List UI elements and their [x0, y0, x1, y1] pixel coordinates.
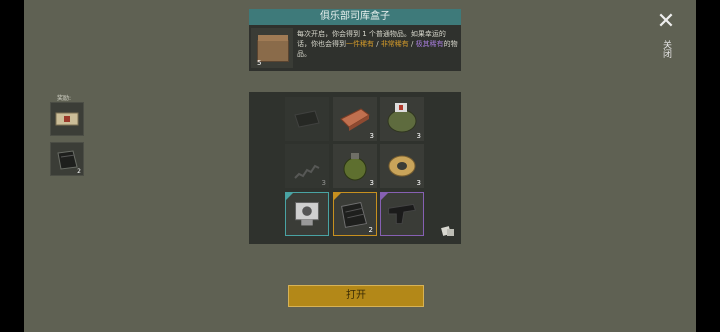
loot-slot[interactable]: [285, 97, 329, 141]
box-image: 5: [251, 28, 293, 68]
extreme-rare-label: 极其稀有: [415, 40, 444, 48]
box-quantity: 5: [257, 59, 262, 67]
reward-quantity: 2: [77, 168, 81, 175]
loot-slot[interactable]: 3: [333, 97, 377, 141]
loot-slot-extreme-rare[interactable]: [380, 192, 424, 236]
close-icon[interactable]: ✕: [656, 11, 676, 33]
rewards-label: 奖励:: [57, 95, 72, 102]
close-label[interactable]: 关闭: [659, 40, 671, 58]
rarity-corner: [381, 193, 388, 200]
slot-quantity: 2: [368, 226, 373, 234]
rare-label: 一件稀有: [346, 40, 374, 48]
right-letterbox: [696, 0, 720, 332]
rarity-corner: [286, 193, 293, 200]
slot-quantity: 3: [416, 132, 421, 140]
separator: /: [408, 40, 416, 48]
dice-icon[interactable]: [441, 224, 455, 238]
reward-slot[interactable]: [50, 102, 84, 136]
box-title: 俱乐部司库盒子: [249, 9, 461, 25]
box-info-panel: 俱乐部司库盒子 5 每次开启，你会得到 1 个普通物品。如果幸运的话，你也会得到…: [249, 9, 461, 71]
dark-plate-icon: [294, 110, 320, 128]
rarity-corner: [334, 193, 341, 200]
open-button[interactable]: 打开: [288, 285, 424, 307]
loot-grid: 3 3 3 3 3 2: [249, 92, 461, 244]
slot-quantity: 3: [321, 179, 326, 187]
box-info-body: 5 每次开启，你会得到 1 个普通物品。如果幸运的话，你也会得到一件稀有 / 非…: [249, 25, 461, 71]
bandage-icon: [55, 112, 79, 126]
separator: /: [374, 40, 381, 48]
loot-slot-very-rare[interactable]: 2: [333, 192, 377, 236]
slot-quantity: 3: [369, 179, 374, 187]
loot-slot-rare[interactable]: [285, 192, 329, 236]
left-letterbox: [0, 0, 24, 332]
slot-quantity: 3: [416, 179, 421, 187]
very-rare-label: 非常稀有: [380, 40, 409, 48]
loot-slot[interactable]: 3: [285, 144, 329, 188]
loot-slot[interactable]: 3: [380, 144, 424, 188]
crate-icon: [257, 35, 289, 62]
loot-slot[interactable]: 3: [380, 97, 424, 141]
loot-slot[interactable]: 3: [333, 144, 377, 188]
reward-slot[interactable]: 2: [50, 142, 84, 176]
slot-quantity: 3: [369, 132, 374, 140]
box-description: 每次开启，你会得到 1 个普通物品。如果幸运的话，你也会得到一件稀有 / 非常稀…: [297, 29, 459, 59]
